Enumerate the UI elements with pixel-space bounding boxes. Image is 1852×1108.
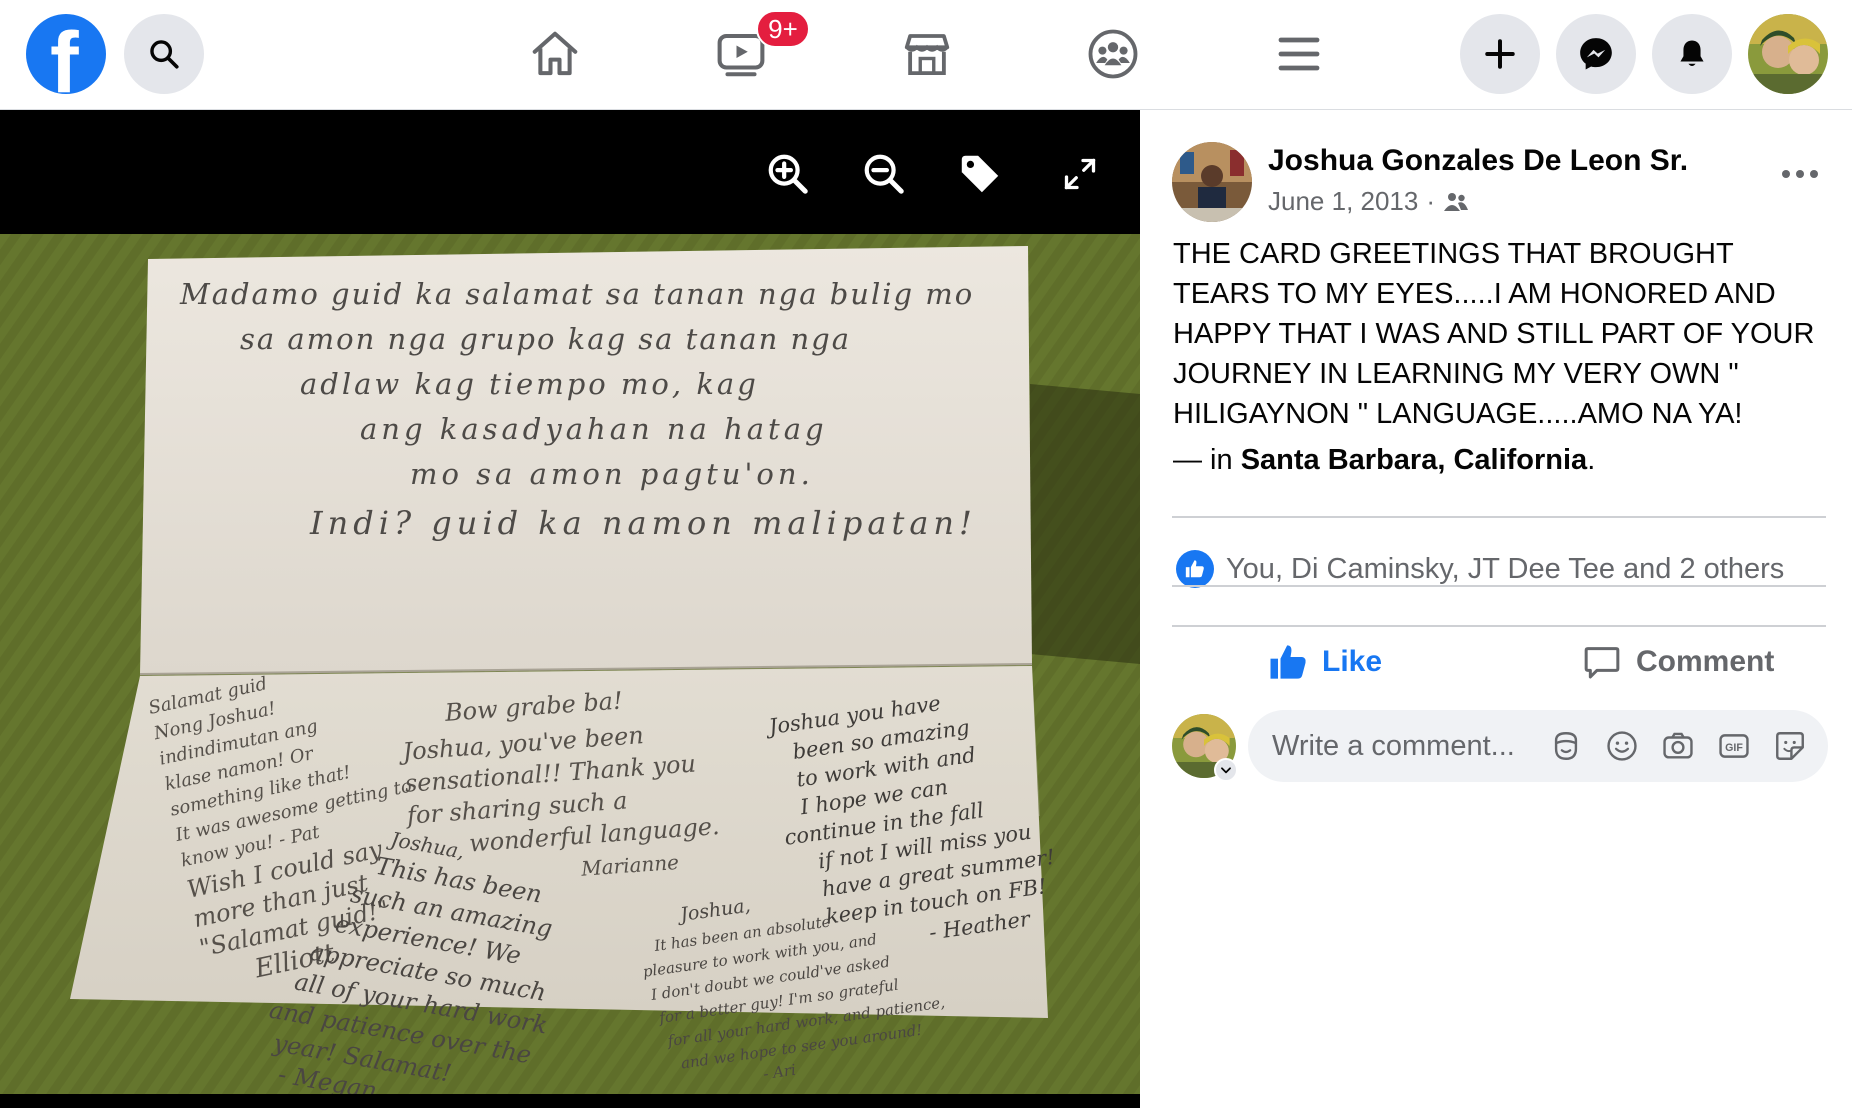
photo-toolbar <box>0 110 1140 234</box>
comment-input[interactable] <box>1272 710 1522 782</box>
emoji-icon <box>1607 731 1637 761</box>
post-date[interactable]: June 1, 2013 <box>1268 186 1418 217</box>
logo-letter: f <box>50 15 79 94</box>
author-avatar[interactable] <box>1172 142 1252 222</box>
sticker-button[interactable] <box>1772 728 1808 764</box>
avatar-sticker-icon <box>1554 732 1578 760</box>
notifications-button[interactable] <box>1652 14 1732 94</box>
avatar-sticker-button[interactable] <box>1548 728 1584 764</box>
bell-icon <box>1680 40 1704 66</box>
comment-label: Comment <box>1636 645 1775 678</box>
nav-menu[interactable] <box>1267 22 1331 86</box>
divider-top <box>1172 516 1826 518</box>
facebook-logo[interactable]: f <box>26 14 106 94</box>
camera-icon <box>1663 732 1693 759</box>
comment-composer: GIF <box>1248 710 1828 782</box>
card-photo: Madamo guid ka salamat sa tanan nga buli… <box>0 234 1140 1094</box>
fullscreen-icon <box>1064 158 1096 190</box>
profile-photo <box>1748 14 1828 94</box>
messenger-button[interactable] <box>1556 14 1636 94</box>
divider-middle <box>1172 625 1826 627</box>
like-button[interactable]: Like <box>1268 632 1382 692</box>
divider-actions <box>1172 585 1826 587</box>
watch-notification-badge: 9+ <box>756 10 810 48</box>
profile-avatar[interactable] <box>1748 14 1828 94</box>
post-meta: June 1, 2013 · <box>1268 186 1469 217</box>
nav-home[interactable] <box>523 22 587 86</box>
like-label: Like <box>1322 645 1383 678</box>
sticker-icon <box>1776 732 1804 760</box>
top-navigation-bar: f 9+ <box>0 0 1852 110</box>
like-reaction-icon <box>1176 550 1214 588</box>
chevron-down-icon <box>1221 767 1231 774</box>
plus-icon <box>1485 39 1515 69</box>
zoom-out-icon <box>864 154 904 194</box>
zoom-out-button[interactable] <box>860 150 908 198</box>
nav-groups[interactable] <box>1081 22 1145 86</box>
meta-separator: · <box>1426 186 1436 216</box>
author-photo <box>1172 142 1252 222</box>
card-line-6: Indi? guid ka namon malipatan! <box>309 504 977 542</box>
photo-button[interactable] <box>1660 728 1696 764</box>
photo-viewer: Madamo guid ka salamat sa tanan nga buli… <box>0 110 1140 1108</box>
tag-photo-button[interactable] <box>956 150 1004 198</box>
tag-icon <box>961 155 999 193</box>
card-line-5: mo sa amon pagtu'on. <box>410 457 814 491</box>
comment-button[interactable]: Comment <box>1582 632 1774 692</box>
nav-marketplace[interactable] <box>895 22 959 86</box>
zoom-in-button[interactable] <box>764 150 812 198</box>
search-button[interactable] <box>124 14 204 94</box>
reactions-text[interactable]: You, Di Caminsky, JT Dee Tee and 2 other… <box>1226 553 1784 586</box>
friends-icon <box>1444 192 1469 211</box>
messenger-icon <box>1580 38 1612 70</box>
thumbs-up-icon <box>1270 645 1306 679</box>
author-name[interactable]: Joshua Gonzales De Leon Sr. <box>1268 144 1688 178</box>
card-line-3: adlaw kag tiempo mo, kag <box>300 367 759 401</box>
post-panel: Joshua Gonzales De Leon Sr. June 1, 2013… <box>1140 110 1852 1108</box>
card-line-4: ang kasadyahan na hatag <box>360 412 828 446</box>
gif-icon: GIF <box>1719 734 1749 758</box>
gif-button[interactable]: GIF <box>1716 728 1752 764</box>
post-options-button[interactable] <box>1770 154 1830 194</box>
card-line-2: sa amon nga grupo kag sa tanan nga <box>240 322 851 356</box>
home-icon <box>532 31 578 76</box>
zoom-in-icon <box>768 154 808 194</box>
location-link[interactable]: Santa Barbara, California <box>1241 444 1588 476</box>
groups-icon <box>1088 29 1138 79</box>
fullscreen-button[interactable] <box>1056 150 1104 198</box>
reactions-summary[interactable]: You, Di Caminsky, JT Dee Tee and 2 other… <box>1176 550 1784 588</box>
card-line-1: Madamo guid ka salamat sa tanan nga buli… <box>179 277 974 311</box>
more-dots-icon <box>1782 170 1790 178</box>
store-icon <box>904 34 950 76</box>
post-text: THE CARD GREETINGS THAT BROUGHT TEARS TO… <box>1173 238 1815 430</box>
comment-icon <box>1584 647 1620 679</box>
post-location: — in Santa Barbara, California. <box>1173 444 1596 476</box>
create-button[interactable] <box>1460 14 1540 94</box>
svg-text:GIF: GIF <box>1725 742 1743 754</box>
hamburger-icon <box>1278 37 1320 71</box>
profile-switch-button[interactable] <box>1214 758 1238 782</box>
emoji-button[interactable] <box>1604 728 1640 764</box>
search-icon <box>150 40 179 69</box>
